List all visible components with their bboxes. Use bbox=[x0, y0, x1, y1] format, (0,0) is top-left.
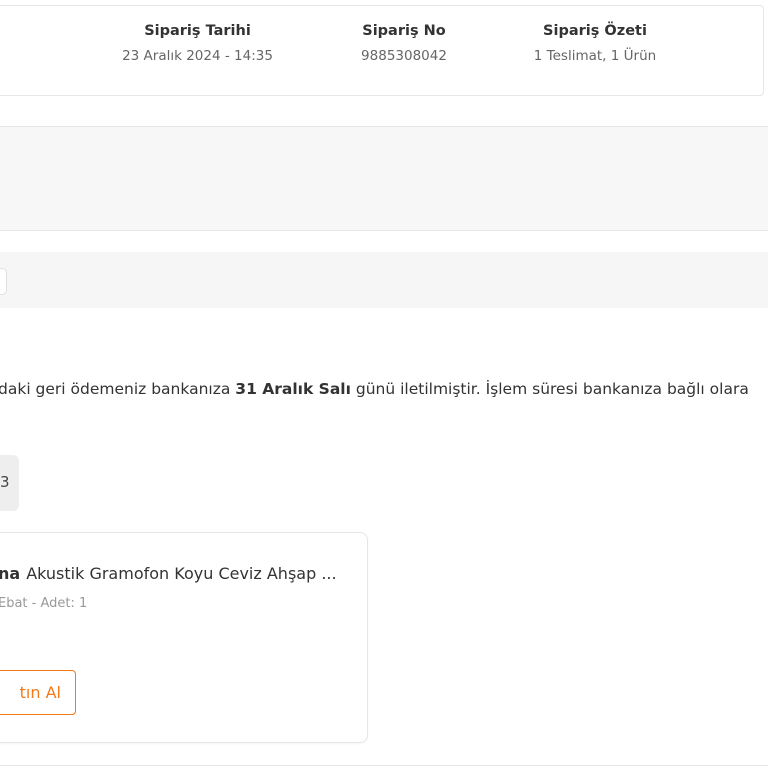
product-brand: na bbox=[0, 564, 21, 583]
quantity-badge: 3 bbox=[0, 455, 19, 511]
order-date-label: Sipariş Tarihi bbox=[144, 23, 251, 39]
product-meta: Ebat - Adet: 1 bbox=[0, 596, 88, 611]
refund-date: 31 Aralık Salı bbox=[235, 380, 351, 398]
quantity-badge-value: 3 bbox=[0, 473, 10, 491]
order-number-label: Sipariş No bbox=[362, 23, 446, 39]
refund-notice-suffix: günü iletilmiştir. İşlem süresi bankanız… bbox=[350, 380, 749, 398]
order-date-value: 23 Aralık 2024 - 14:35 bbox=[122, 48, 273, 64]
product-name: Akustik Gramofon Koyu Ceviz Ahşap ... bbox=[26, 564, 337, 583]
order-overview: Sipariş Özeti 1 Teslimat, 1 Ürün bbox=[495, 22, 695, 65]
order-overview-label: Sipariş Özeti bbox=[543, 23, 647, 39]
divider bbox=[0, 765, 768, 766]
status-chip[interactable] bbox=[0, 268, 7, 295]
refund-notice-prefix: daki geri ödemeniz bankanıza bbox=[0, 380, 236, 398]
order-number: Sipariş No 9885308042 bbox=[320, 22, 488, 65]
shipment-info-panel bbox=[0, 126, 768, 231]
order-overview-value: 1 Teslimat, 1 Ürün bbox=[533, 48, 657, 64]
order-date: Sipariş Tarihi 23 Aralık 2024 - 14:35 bbox=[105, 22, 290, 65]
order-number-value: 9885308042 bbox=[361, 48, 447, 64]
product-title[interactable]: na Akustik Gramofon Koyu Ceviz Ahşap ... bbox=[0, 564, 337, 584]
refund-notice: daki geri ödemeniz bankanıza 31 Aralık S… bbox=[0, 379, 749, 399]
shipment-status-bar bbox=[0, 252, 768, 308]
buy-again-button[interactable]: tın Al bbox=[0, 670, 76, 715]
